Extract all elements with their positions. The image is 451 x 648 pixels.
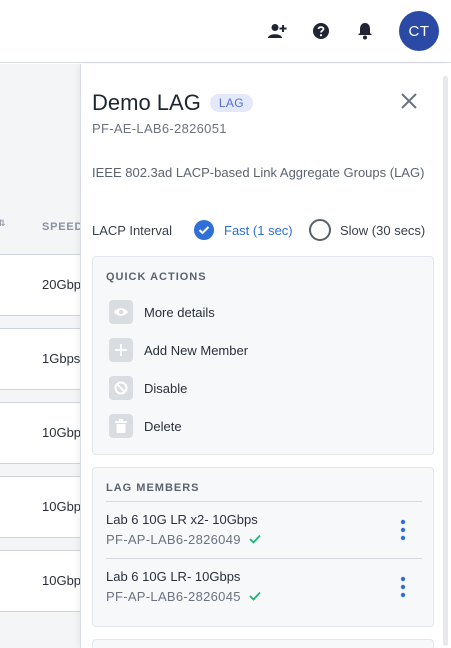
member-name: Lab 6 10G LR x2- 10Gbps — [106, 512, 258, 527]
speed-cell: 1Gbps — [42, 351, 81, 366]
table-row[interactable]: 10Gbps — [0, 402, 88, 464]
drawer-title: Demo LAG — [92, 90, 201, 115]
radio-slow-label[interactable]: Slow (30 secs) — [340, 223, 425, 238]
radio-fast-label[interactable]: Fast (1 sec) — [224, 223, 293, 238]
trash-icon — [109, 414, 133, 438]
member-id: PF-AP-LAB6-2826049 — [106, 532, 261, 547]
speed-column-header[interactable]: SPEED — [42, 221, 83, 233]
bell-icon[interactable] — [354, 20, 376, 42]
more-details-button[interactable]: More details — [109, 300, 409, 326]
disable-button[interactable]: Disable — [109, 376, 409, 402]
lacp-interval-setting: LACP Interval Fast (1 sec) Slow (30 secs… — [92, 218, 442, 244]
check-icon — [249, 534, 261, 544]
plus-icon — [109, 338, 133, 362]
quick-actions-card: QUICK ACTIONS More details Add New Membe… — [92, 256, 434, 455]
list-item[interactable]: Lab 6 10G LR x2- 10Gbps PF-AP-LAB6-28260… — [106, 501, 422, 557]
check-icon — [249, 591, 261, 601]
disable-label: Disable — [144, 381, 188, 396]
quick-actions-title: QUICK ACTIONS — [106, 271, 207, 283]
add-new-member-button[interactable]: Add New Member — [109, 338, 409, 364]
delete-label: Delete — [144, 419, 182, 434]
table-row[interactable]: 1Gbps — [0, 328, 82, 390]
table-row[interactable]: 10Gbps — [0, 550, 88, 612]
help-icon[interactable] — [310, 20, 332, 42]
lag-type-badge: LAG — [209, 94, 254, 112]
drawer-header: Demo LAG LAG — [92, 90, 254, 116]
lag-members-card: LAG MEMBERS Lab 6 10G LR x2- 10Gbps PF-A… — [92, 467, 434, 627]
eye-icon — [109, 300, 133, 324]
member-menu-icon[interactable] — [398, 519, 408, 541]
lag-identifier: PF-AE-LAB6-2826051 — [92, 121, 227, 136]
member-name: Lab 6 10G LR- 10Gbps — [106, 569, 241, 584]
lag-members-title: LAG MEMBERS — [106, 482, 200, 494]
more-details-label: More details — [144, 305, 215, 320]
table-row[interactable]: 10Gbps — [0, 476, 88, 538]
radio-slow[interactable] — [309, 219, 331, 241]
add-new-member-label: Add New Member — [144, 343, 249, 358]
close-icon[interactable] — [399, 91, 419, 111]
avatar[interactable]: CT — [399, 11, 439, 51]
lacp-interval-label: LACP Interval — [92, 223, 172, 238]
member-id: PF-AP-LAB6-2826045 — [106, 589, 261, 604]
member-menu-icon[interactable] — [398, 576, 408, 598]
drawer-scrollbar[interactable] — [443, 76, 448, 646]
next-section-card — [92, 639, 434, 648]
add-user-icon[interactable] — [266, 20, 288, 42]
table-row[interactable]: 20Gbps — [0, 254, 88, 316]
list-item[interactable]: Lab 6 10G LR- 10Gbps PF-AP-LAB6-2826045 — [106, 558, 422, 614]
delete-button[interactable]: Delete — [109, 414, 409, 440]
top-bar: CT — [0, 0, 451, 63]
block-icon — [109, 376, 133, 400]
radio-fast[interactable] — [194, 220, 214, 240]
lag-description: IEEE 802.3ad LACP-based Link Aggregate G… — [92, 165, 425, 180]
sort-icon[interactable]: ⇅ — [0, 218, 6, 229]
table-header: ⇅ SPEED — [0, 218, 82, 240]
